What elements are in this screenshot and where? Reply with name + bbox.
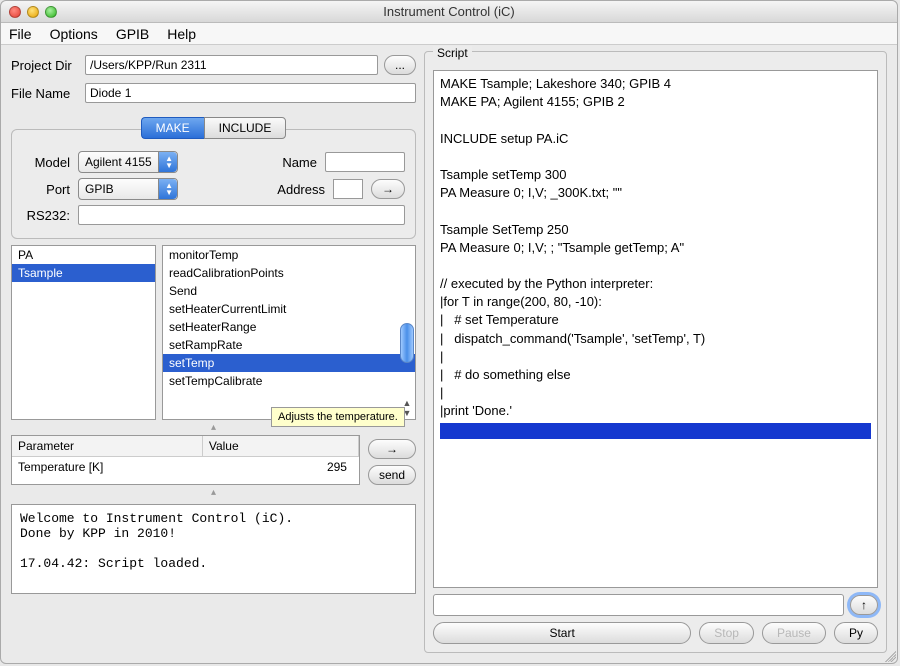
mode-tabs: MAKE INCLUDE xyxy=(11,117,416,139)
port-label: Port xyxy=(22,182,70,197)
menu-file[interactable]: File xyxy=(9,26,32,42)
menu-help[interactable]: Help xyxy=(167,26,196,42)
menu-gpib[interactable]: GPIB xyxy=(116,26,149,42)
tab-include[interactable]: INCLUDE xyxy=(204,117,287,139)
name-label: Name xyxy=(282,155,317,170)
python-button[interactable]: Py xyxy=(834,622,878,644)
titlebar: Instrument Control (iC) xyxy=(1,1,897,23)
list-item[interactable]: readCalibrationPoints xyxy=(163,264,415,282)
menu-options[interactable]: Options xyxy=(50,26,98,42)
command-tooltip: Adjusts the temperature. xyxy=(271,407,405,427)
main-window: Instrument Control (iC) File Options GPI… xyxy=(0,0,898,664)
list-item[interactable]: setTemp xyxy=(163,354,415,372)
script-legend: Script xyxy=(433,46,472,60)
start-button[interactable]: Start xyxy=(433,622,691,644)
list-item[interactable]: Send xyxy=(163,282,415,300)
list-item[interactable]: PA xyxy=(12,246,155,264)
instrument-list[interactable]: PATsample xyxy=(11,245,156,420)
address-label: Address xyxy=(277,182,325,197)
rs232-label: RS232: xyxy=(22,208,70,223)
port-select[interactable]: GPIB ▲▼ xyxy=(78,178,178,200)
port-value: GPIB xyxy=(85,182,114,196)
stop-button[interactable]: Stop xyxy=(699,622,754,644)
send-button[interactable]: send xyxy=(368,465,416,485)
address-input[interactable] xyxy=(333,179,363,199)
updown-icon: ▲▼ xyxy=(165,155,173,169)
content: Project Dir ... File Name MAKE INCLUDE M… xyxy=(1,45,897,663)
file-name-label: File Name xyxy=(11,86,79,101)
splitter-icon[interactable]: ▴ xyxy=(11,487,416,498)
list-item[interactable]: monitorTemp xyxy=(163,246,415,264)
col-parameter: Parameter xyxy=(12,436,203,456)
model-value: Agilent 4155 xyxy=(85,155,152,169)
project-dir-input[interactable] xyxy=(85,55,378,75)
list-item[interactable]: setHeaterCurrentLimit xyxy=(163,300,415,318)
add-instrument-button[interactable]: → xyxy=(371,179,405,199)
pause-button[interactable]: Pause xyxy=(762,622,826,644)
command-list[interactable]: monitorTempreadCalibrationPointsSendsetH… xyxy=(162,245,416,420)
parameter-table: Parameter Value Temperature [K] 295 xyxy=(11,435,360,485)
left-panel: Project Dir ... File Name MAKE INCLUDE M… xyxy=(11,51,416,653)
model-select[interactable]: Agilent 4155 ▲▼ xyxy=(78,151,178,173)
selected-line xyxy=(440,423,871,439)
col-value: Value xyxy=(203,436,359,456)
execute-button[interactable]: ↑ xyxy=(850,595,878,615)
resize-grip-icon[interactable] xyxy=(882,648,896,662)
right-panel: Script MAKE Tsample; Lakeshore 340; GPIB… xyxy=(424,51,887,653)
param-name: Temperature [K] xyxy=(12,457,203,477)
param-value[interactable]: 295 xyxy=(203,457,359,477)
scrollbar-thumb[interactable] xyxy=(400,323,414,363)
list-item[interactable]: Tsample xyxy=(12,264,155,282)
lists-row: PATsample monitorTempreadCalibrationPoin… xyxy=(11,245,416,420)
browse-button[interactable]: ... xyxy=(384,55,416,75)
console-output: Welcome to Instrument Control (iC). Done… xyxy=(11,504,416,594)
script-panel: Script MAKE Tsample; Lakeshore 340; GPIB… xyxy=(424,51,887,653)
rs232-input[interactable] xyxy=(78,205,405,225)
list-item[interactable]: setHeaterRange xyxy=(163,318,415,336)
name-input[interactable] xyxy=(325,152,405,172)
tab-make[interactable]: MAKE xyxy=(141,117,204,139)
project-dir-label: Project Dir xyxy=(11,58,79,73)
window-title: Instrument Control (iC) xyxy=(1,4,897,19)
menubar: File Options GPIB Help xyxy=(1,23,897,45)
instrument-form: Model Agilent 4155 ▲▼ Name Port GPIB ▲▼ xyxy=(11,129,416,239)
model-label: Model xyxy=(22,155,70,170)
table-row[interactable]: Temperature [K] 295 xyxy=(12,457,359,477)
file-name-input[interactable] xyxy=(85,83,416,103)
list-item[interactable]: setTempCalibrate xyxy=(163,372,415,390)
updown-icon: ▲▼ xyxy=(165,182,173,196)
script-editor[interactable]: MAKE Tsample; Lakeshore 340; GPIB 4 MAKE… xyxy=(433,70,878,588)
insert-param-button[interactable]: → xyxy=(368,439,416,459)
list-item[interactable]: setRampRate xyxy=(163,336,415,354)
command-input[interactable] xyxy=(433,594,844,616)
